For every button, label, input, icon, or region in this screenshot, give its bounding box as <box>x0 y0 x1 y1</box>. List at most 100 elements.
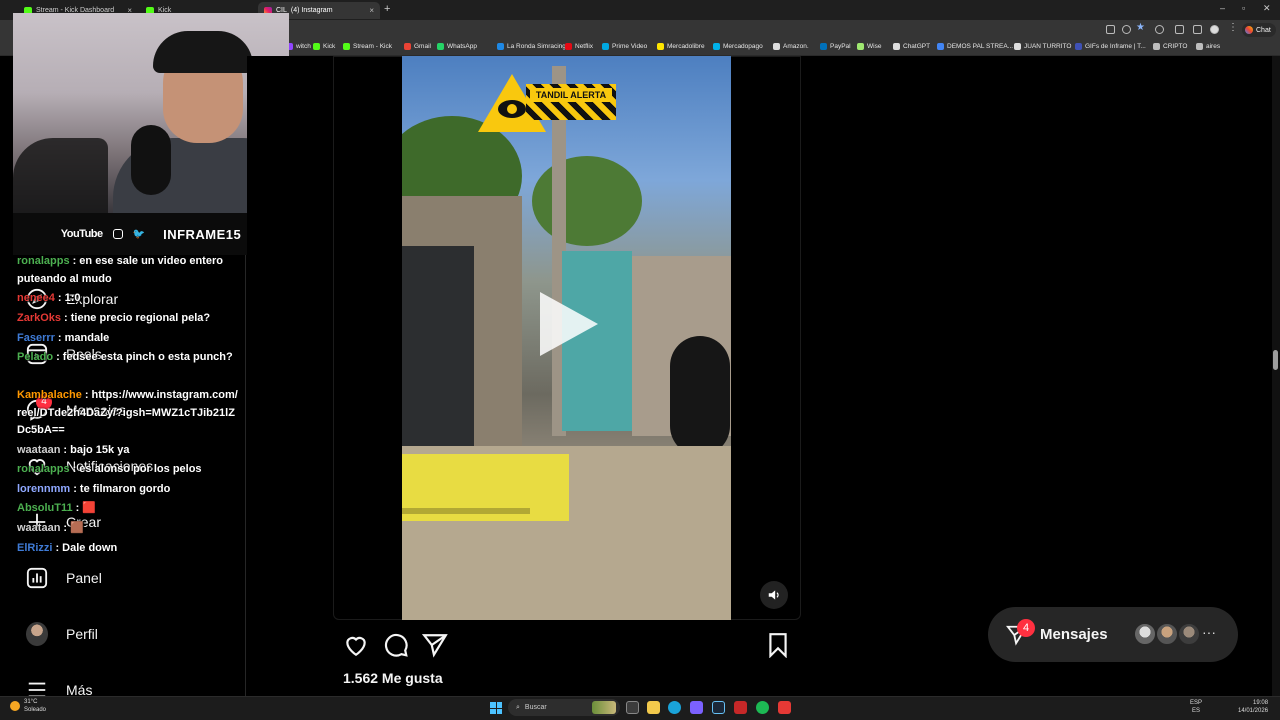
youtube-logo: YouTube <box>60 228 103 240</box>
chat-message: waataan: bajo 15k ya <box>17 444 130 456</box>
like-button[interactable] <box>343 632 369 658</box>
dashboard-icon <box>26 567 48 589</box>
install-app-icon[interactable] <box>1106 25 1115 34</box>
close-tab-icon[interactable]: × <box>369 6 374 15</box>
bookmark-item[interactable]: WhatsApp <box>437 43 477 50</box>
chat-message: ronalapps: en ese sale un video entero p… <box>17 255 223 285</box>
bookmark-favicon-icon <box>1153 43 1160 50</box>
profile-avatar[interactable] <box>1210 25 1219 34</box>
puzzle-icon[interactable] <box>1175 25 1184 34</box>
app-icon[interactable] <box>690 701 703 714</box>
search-icon: ⌕ <box>516 703 520 711</box>
app-icon[interactable] <box>778 701 791 714</box>
chat-message: ZarkOks: tiene precio regional pela? <box>17 312 211 324</box>
steam-icon[interactable] <box>712 701 725 714</box>
bookmark-item[interactable]: GIFs de Inframe | T... <box>1075 43 1146 50</box>
bookmark-item[interactable]: Amazon. <box>773 43 809 50</box>
chat-message: Faserrr: mandale <box>17 332 110 344</box>
language-indicator[interactable]: ESP ES <box>1190 699 1202 715</box>
share-button[interactable] <box>421 632 448 658</box>
chat-button[interactable]: Chat <box>1242 23 1276 37</box>
bookmark-item[interactable]: CRIPTO <box>1153 43 1187 50</box>
bookmark-item[interactable]: aires <box>1196 43 1220 50</box>
bookmark-favicon-icon <box>893 43 900 50</box>
caption-overlay <box>402 454 569 521</box>
bookmark-item[interactable]: JUAN TURRITO <box>1014 43 1071 50</box>
nav-panel[interactable]: Panel <box>26 567 102 589</box>
bookmark-item[interactable]: ChatGPT <box>893 43 930 50</box>
streamer-handle: INFRAME15 <box>163 226 242 242</box>
bookmark-item[interactable]: Prime Video <box>602 43 647 50</box>
bookmark-item[interactable]: La Ronda Simracing <box>497 43 566 50</box>
chat-message: waataan: 🟫 <box>17 522 84 534</box>
bookmark-favicon-icon <box>773 43 780 50</box>
weather-widget[interactable]: 31°C Soleado <box>10 698 46 714</box>
bookmark-favicon-icon <box>1014 43 1021 50</box>
chat-message: ronalapps: es alonso por los pelos <box>17 463 202 475</box>
microphone <box>131 125 171 195</box>
widget-image <box>592 701 616 714</box>
scrollbar-thumb[interactable] <box>1273 350 1278 370</box>
play-icon[interactable] <box>540 292 598 356</box>
bookmark-item[interactable]: PayPal <box>820 43 851 50</box>
comment-icon <box>384 633 408 657</box>
chat-message: Pelado: fedsee esta pinch o esta punch? <box>17 351 233 363</box>
minimize-icon[interactable]: – <box>1220 3 1225 13</box>
bookmark-favicon-icon <box>602 43 609 50</box>
bookmark-item[interactable]: Mercadopago <box>713 43 763 50</box>
taskbar-clock[interactable]: 19:08 14/01/2026 <box>1238 699 1268 715</box>
bookmark-item[interactable]: Wise <box>857 43 881 50</box>
browser-menu-icon[interactable]: ⋮ <box>1228 22 1238 33</box>
bookmark-favicon-icon <box>313 43 320 50</box>
gemini-icon <box>1245 26 1253 34</box>
chat-message: Kambalache: https://www.instagram.com/re… <box>17 389 238 436</box>
chat-message: AbsoluT11: 🟥 <box>17 502 97 514</box>
eye-icon <box>498 100 526 118</box>
bookmark-favicon-icon <box>713 43 720 50</box>
twitter-icon: 🐦 <box>132 228 146 240</box>
bookmark-item[interactable]: DEMOS PAL STREA... <box>937 43 1013 50</box>
save-button[interactable] <box>765 632 791 659</box>
bookmark-item[interactable]: Netflix <box>565 43 593 50</box>
bookmark-favicon-icon <box>657 43 664 50</box>
bookmark-star-icon[interactable]: ★ <box>1136 22 1145 33</box>
volume-icon[interactable] <box>760 581 788 609</box>
spotify-icon[interactable] <box>756 701 769 714</box>
profile-avatar <box>26 622 48 646</box>
bookmark-icon <box>769 633 787 659</box>
extension-icon[interactable] <box>1155 25 1164 34</box>
task-view-icon[interactable] <box>626 701 639 714</box>
avatar <box>1133 622 1157 646</box>
file-explorer-icon[interactable] <box>647 701 660 714</box>
edge-icon[interactable] <box>668 701 681 714</box>
bookmark-item[interactable]: witch <box>286 43 311 50</box>
bookmark-favicon-icon <box>437 43 444 50</box>
bookmark-favicon-icon <box>1196 43 1203 50</box>
bookmark-item[interactable]: Gmail <box>404 43 431 50</box>
more-icon[interactable]: ··· <box>1202 624 1216 640</box>
chat-message: ElRizzi: Dale down <box>17 542 118 554</box>
streamer-cap <box>153 31 253 73</box>
bookmark-favicon-icon <box>343 43 350 50</box>
scrollbar[interactable] <box>1272 56 1280 696</box>
maximize-icon[interactable]: ▫ <box>1242 3 1245 13</box>
nav-perfil[interactable]: Perfil <box>26 622 98 646</box>
bookmark-item[interactable]: Mercadolibre <box>657 43 705 50</box>
close-window-icon[interactable]: ✕ <box>1263 3 1271 14</box>
comment-button[interactable] <box>383 632 409 658</box>
new-tab-button[interactable]: + <box>384 3 390 15</box>
avatar <box>1155 622 1179 646</box>
bookmark-favicon-icon <box>404 43 411 50</box>
app-icon[interactable] <box>734 701 747 714</box>
windows-start-icon[interactable] <box>490 702 502 714</box>
bookmark-item[interactable]: Kick <box>313 43 335 50</box>
bookmark-favicon-icon <box>937 43 944 50</box>
send-icon <box>421 634 448 658</box>
reel-video[interactable]: TANDIL ALERTA <box>402 56 731 620</box>
like-count[interactable]: 1.562 Me gusta <box>343 670 443 686</box>
bookmark-favicon-icon <box>1075 43 1082 50</box>
bookmark-item[interactable]: Stream - Kick <box>343 43 392 50</box>
downloads-icon[interactable] <box>1193 25 1202 34</box>
drum-kit <box>13 138 108 213</box>
zoom-icon[interactable] <box>1122 25 1131 34</box>
